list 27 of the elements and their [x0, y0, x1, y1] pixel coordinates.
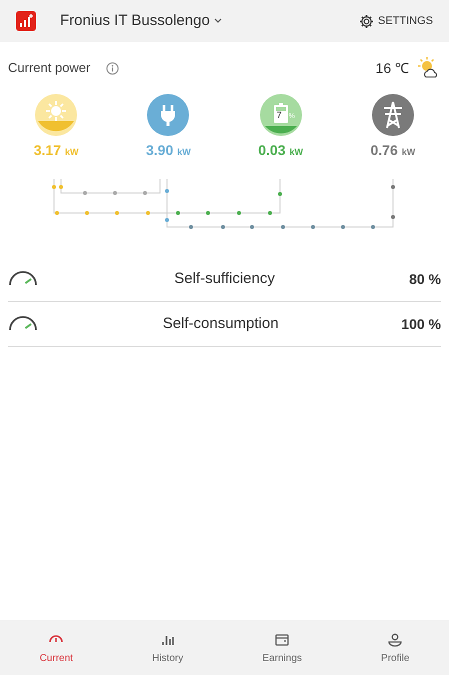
- metric-value: 80 %: [409, 270, 441, 288]
- caret-icon: [214, 18, 222, 24]
- battery-icon: [260, 94, 302, 136]
- settings-button[interactable]: SETTINGS: [358, 12, 433, 30]
- battery-charge: 7: [276, 111, 282, 120]
- metric-label: Self-sufficiency: [173, 268, 276, 289]
- nav-tab[interactable]: Earnings: [252, 628, 312, 670]
- nav-tab[interactable]: History: [142, 628, 194, 670]
- settings-icon: [358, 14, 374, 28]
- load-icon: [147, 94, 190, 136]
- metric-label: Self-consumption: [162, 314, 280, 334]
- power-value: 3.90 kW: [146, 141, 191, 160]
- solar-icon: [35, 94, 78, 136]
- nav-tab[interactable]: Current: [30, 628, 83, 670]
- section-title: Current power: [8, 59, 90, 78]
- power-value: 0.76 kW: [370, 141, 416, 160]
- plant-dropdown[interactable]: Fronius IT Bussolengo: [60, 10, 222, 32]
- nav-tab[interactable]: Profile: [371, 628, 420, 670]
- grid-icon: [372, 94, 414, 136]
- temperature: 16 ℃: [376, 58, 409, 78]
- power-value: 3.17 kW: [34, 141, 78, 160]
- app-logo-icon: [16, 11, 36, 31]
- power-value: 0.03 kW: [258, 141, 303, 160]
- info-icon[interactable]: [106, 62, 120, 74]
- profile-icon: [387, 632, 404, 648]
- earnings-icon: [274, 632, 290, 648]
- metric-value: 100 %: [401, 314, 441, 334]
